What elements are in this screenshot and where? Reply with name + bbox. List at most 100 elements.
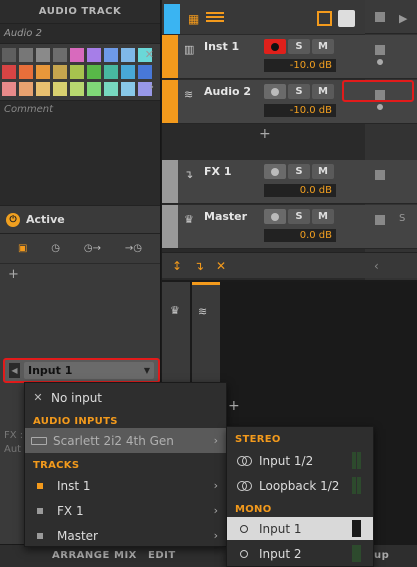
record-icon	[271, 212, 279, 221]
volume-readout[interactable]: -10.0 dB	[264, 59, 336, 72]
mute-button[interactable]: M	[312, 209, 334, 224]
record-slot-icon[interactable]	[377, 59, 383, 65]
stop-icon[interactable]	[375, 215, 385, 225]
color-swatch[interactable]	[2, 82, 16, 96]
launcher-slot-fx1[interactable]	[365, 160, 417, 204]
launcher-slot-master[interactable]: S	[365, 205, 417, 249]
volume-readout[interactable]: -10.0 dB	[264, 104, 336, 117]
color-swatch[interactable]	[121, 65, 135, 79]
color-swatch[interactable]	[87, 48, 101, 62]
color-swatch[interactable]	[53, 65, 67, 79]
color-swatch[interactable]	[138, 65, 152, 79]
color-swatch[interactable]	[19, 48, 33, 62]
add-device-icon[interactable]: +	[8, 267, 19, 282]
color-swatch[interactable]	[87, 82, 101, 96]
record-slot-icon[interactable]	[377, 104, 383, 110]
track-name: Audio 2	[204, 85, 252, 98]
menu-item-mono-input-selected[interactable]: Input 1	[227, 517, 373, 540]
track-name-field[interactable]: Audio 2	[0, 24, 160, 44]
menu-item-no-input[interactable]: ✕ No input	[25, 385, 226, 410]
zoom-fit-icon[interactable]	[317, 11, 332, 26]
add-strip-icon[interactable]: +	[228, 398, 240, 414]
mono-icon	[240, 524, 248, 533]
stereo-header: STEREO	[235, 434, 281, 445]
menu-item-track[interactable]: FX 1 ›	[25, 498, 226, 523]
color-swatch[interactable]	[36, 48, 50, 62]
solo-button[interactable]: S	[288, 39, 310, 54]
volume-readout[interactable]: 0.0 dB	[264, 184, 336, 197]
record-arm-button[interactable]	[264, 209, 286, 224]
color-swatch[interactable]	[53, 82, 67, 96]
color-swatch[interactable]	[104, 48, 118, 62]
color-swatch[interactable]	[121, 82, 135, 96]
mute-button[interactable]: M	[312, 39, 334, 54]
track-label: Master	[57, 528, 98, 543]
menu-item-stereo-input[interactable]: Input 1/2	[227, 449, 373, 472]
input-selector[interactable]: ◀ Input 1 ▼	[3, 358, 160, 383]
input-selector-value[interactable]: Input 1 ▼	[24, 362, 154, 379]
track-header[interactable]: ≋ Audio 2 S M -10.0 dB	[162, 80, 365, 124]
active-toggle[interactable]: ⏻ Active	[0, 206, 160, 234]
bottom-right-label[interactable]: up	[374, 550, 389, 561]
mute-button[interactable]: M	[312, 84, 334, 99]
color-swatch[interactable]	[70, 48, 84, 62]
color-swatch[interactable]	[70, 82, 84, 96]
play-icon[interactable]: ▶	[399, 12, 407, 25]
color-swatch[interactable]	[70, 65, 84, 79]
color-swatch[interactable]	[104, 65, 118, 79]
menu-item-audio-device[interactable]: Scarlett 2i2 4th Gen ›	[25, 428, 226, 453]
record-icon	[271, 87, 279, 96]
color-swatch[interactable]	[104, 82, 118, 96]
stop-icon[interactable]	[375, 170, 385, 180]
automation-icon[interactable]	[338, 10, 355, 27]
track-header[interactable]: ♛ Master S M 0.0 dB	[162, 205, 365, 249]
tab-mix[interactable]: MIX	[114, 550, 137, 561]
solo-button[interactable]: S	[288, 84, 310, 99]
launcher-slot-inst1[interactable]	[365, 35, 417, 79]
add-track-icon[interactable]: +	[259, 126, 271, 142]
record-arm-button[interactable]	[264, 164, 286, 179]
color-swatch[interactable]	[2, 48, 16, 62]
color-swatch[interactable]	[121, 48, 135, 62]
chevron-right-icon[interactable]: ›	[150, 80, 154, 93]
chevron-left-icon[interactable]: ‹	[374, 259, 379, 273]
timer-forward-icon[interactable]: ◷→	[84, 243, 101, 254]
close-icon[interactable]: ✕	[145, 48, 154, 61]
tab-edit[interactable]: EDIT	[148, 550, 176, 561]
menu-item-track[interactable]: Master ›	[25, 523, 226, 548]
mute-button[interactable]: M	[312, 164, 334, 179]
menu-item-track[interactable]: Inst 1 ›	[25, 473, 226, 498]
menu-item-stereo-input[interactable]: Loopback 1/2	[227, 474, 373, 497]
menu-item-mono-input[interactable]: Input 2	[227, 542, 373, 565]
track-header[interactable]: ▥ Inst 1 S M -10.0 dB	[162, 35, 365, 79]
device-chain-icon[interactable]: ▣	[18, 243, 27, 254]
comment-field[interactable]: Comment	[0, 100, 160, 206]
record-arm-button[interactable]	[264, 84, 286, 99]
color-swatch[interactable]	[87, 65, 101, 79]
tracks-header: TRACKS	[33, 460, 80, 471]
list-view-icon[interactable]	[206, 12, 224, 22]
timer-icon[interactable]: ◷	[51, 243, 60, 254]
clear-icon[interactable]: ✕	[216, 259, 226, 273]
color-swatch[interactable]	[19, 65, 33, 79]
scene-label-icon: S	[399, 213, 406, 224]
color-swatch[interactable]	[36, 65, 50, 79]
stop-all-icon[interactable]	[375, 12, 385, 22]
color-swatch[interactable]	[53, 48, 67, 62]
piano-icon: ▥	[184, 43, 195, 56]
forward-timer-icon[interactable]: →◷	[125, 243, 142, 254]
color-swatch[interactable]	[19, 82, 33, 96]
color-swatch[interactable]	[36, 82, 50, 96]
volume-readout[interactable]: 0.0 dB	[264, 229, 336, 242]
solo-button[interactable]: S	[288, 209, 310, 224]
solo-button[interactable]: S	[288, 164, 310, 179]
color-swatch[interactable]	[2, 65, 16, 79]
grid-view-icon[interactable]: ▦	[188, 12, 199, 26]
stop-icon[interactable]	[375, 45, 385, 55]
waveform-icon: ≋	[198, 305, 208, 318]
follow-icon[interactable]: ↴	[194, 259, 204, 273]
expand-icon[interactable]: ↕	[172, 259, 182, 273]
tab-arrange[interactable]: ARRANGE	[52, 550, 110, 561]
record-arm-button[interactable]	[264, 39, 286, 54]
track-header[interactable]: ↴ FX 1 S M 0.0 dB	[162, 160, 365, 204]
